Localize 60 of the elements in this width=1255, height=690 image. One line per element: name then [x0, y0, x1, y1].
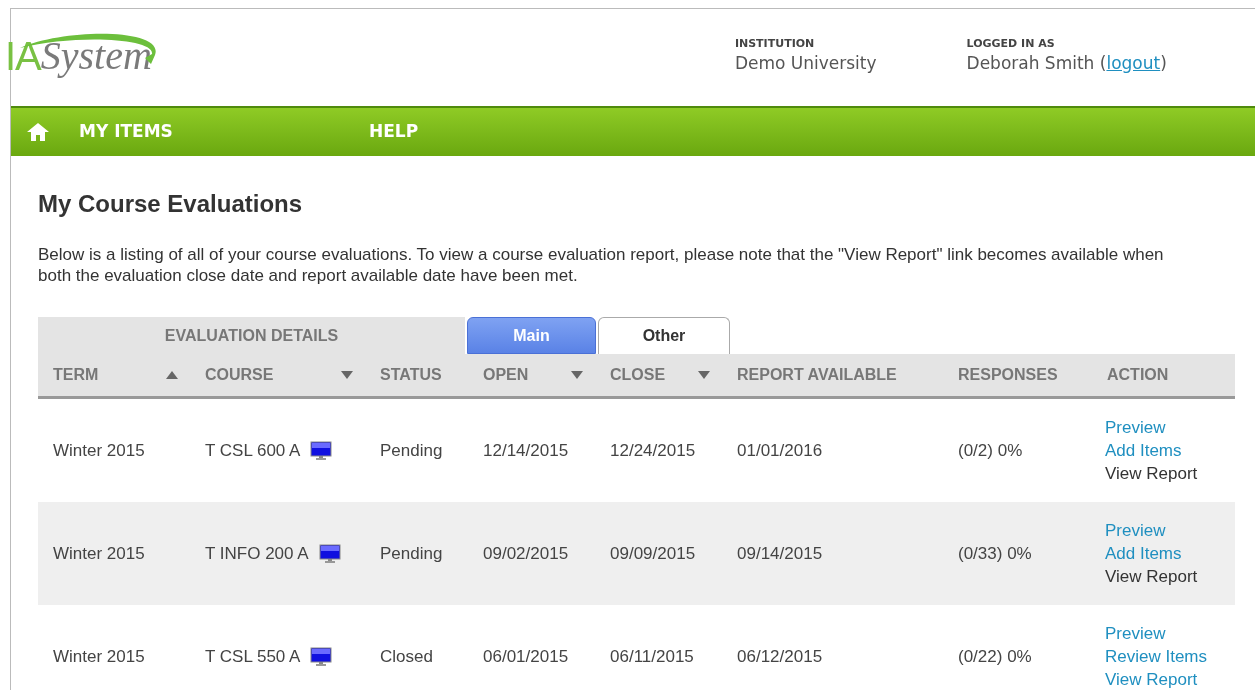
- action-link[interactable]: Preview: [1105, 622, 1166, 645]
- column-header[interactable]: COURSE: [205, 363, 274, 387]
- column-header[interactable]: REPORT AVAILABLE: [737, 363, 897, 387]
- sort-down-icon[interactable]: [571, 371, 583, 379]
- table-cell-text: 09/02/2015: [483, 542, 569, 565]
- sort-down-icon[interactable]: [698, 371, 710, 379]
- tab[interactable]: Main: [467, 317, 596, 354]
- group-header: EVALUATION DETAILS: [38, 317, 465, 354]
- table-cell-text: T INFO 200 A: [205, 542, 309, 565]
- action-link[interactable]: View Report: [1105, 668, 1198, 690]
- action-link[interactable]: Add Items: [1105, 439, 1182, 462]
- paren-open: (: [1099, 52, 1107, 73]
- table-cell-text: T CSL 550 A: [205, 645, 301, 668]
- column-header[interactable]: CLOSE: [610, 363, 666, 387]
- column-header[interactable]: TERM: [53, 363, 99, 387]
- nav-link[interactable]: MY ITEMS: [79, 119, 369, 145]
- table-cell-text: 06/12/2015: [737, 645, 823, 668]
- page-title: My Course Evaluations: [38, 189, 304, 219]
- logout-link[interactable]: logout: [1106, 52, 1161, 73]
- sort-up-icon[interactable]: [166, 371, 178, 379]
- action-link[interactable]: Preview: [1105, 416, 1166, 439]
- column-header[interactable]: OPEN: [483, 363, 529, 387]
- table-cell-text: (0/22) 0%: [958, 645, 1032, 668]
- action-link[interactable]: Add Items: [1105, 542, 1182, 565]
- table-cell-text: 01/01/2016: [737, 439, 823, 462]
- action-link[interactable]: Preview: [1105, 519, 1166, 542]
- column-header[interactable]: STATUS: [380, 363, 442, 387]
- logged-in-label: LOGGED IN AS: [966, 36, 1056, 52]
- user-name: Deborah Smith: [966, 52, 1096, 73]
- table-cell-text: 09/09/2015: [610, 542, 696, 565]
- nav-link[interactable]: HELP: [369, 119, 419, 145]
- home-icon[interactable]: [27, 123, 49, 141]
- column-header[interactable]: RESPONSES: [958, 363, 1058, 387]
- table-cell-text: Closed: [380, 645, 433, 668]
- table-cell-text: 06/01/2015: [483, 645, 569, 668]
- table-cell-text: 12/14/2015: [483, 439, 569, 462]
- table-cell-text: Winter 2015: [53, 439, 145, 462]
- column-header[interactable]: ACTION: [1107, 363, 1169, 387]
- monitor-icon[interactable]: [310, 646, 333, 667]
- table-cell-text: Winter 2015: [53, 542, 145, 565]
- table-cell-text: 09/14/2015: [737, 542, 823, 565]
- monitor-icon[interactable]: [318, 543, 341, 564]
- action-text: View Report: [1105, 566, 1198, 588]
- action-link[interactable]: Review Items: [1105, 645, 1208, 668]
- intro-paragraph: Below is a listing of all of your course evaluations. To view a course evaluation report, please note that the "View Report" link becomes available when both the evaluation close date and report available date have been met.: [38, 244, 1165, 286]
- institution-name: Demo University: [734, 52, 877, 74]
- institution-label: INSTITUTION: [734, 36, 816, 52]
- table-cell-text: Pending: [380, 439, 443, 462]
- table-cell-text: (0/33) 0%: [958, 542, 1032, 565]
- tab[interactable]: Other: [598, 317, 730, 354]
- action-text: View Report: [1105, 463, 1198, 485]
- table-cell-text: T CSL 600 A: [205, 439, 301, 462]
- table-cell-text: 12/24/2015: [610, 439, 696, 462]
- table-cell-text: Winter 2015: [53, 645, 145, 668]
- sort-down-icon[interactable]: [341, 371, 353, 379]
- table-cell-text: Pending: [380, 542, 443, 565]
- table-cell-text: (0/2) 0%: [958, 439, 1023, 462]
- paren-close: ): [1160, 52, 1167, 73]
- table-cell-text: 06/11/2015: [610, 645, 694, 668]
- monitor-icon[interactable]: [310, 440, 333, 461]
